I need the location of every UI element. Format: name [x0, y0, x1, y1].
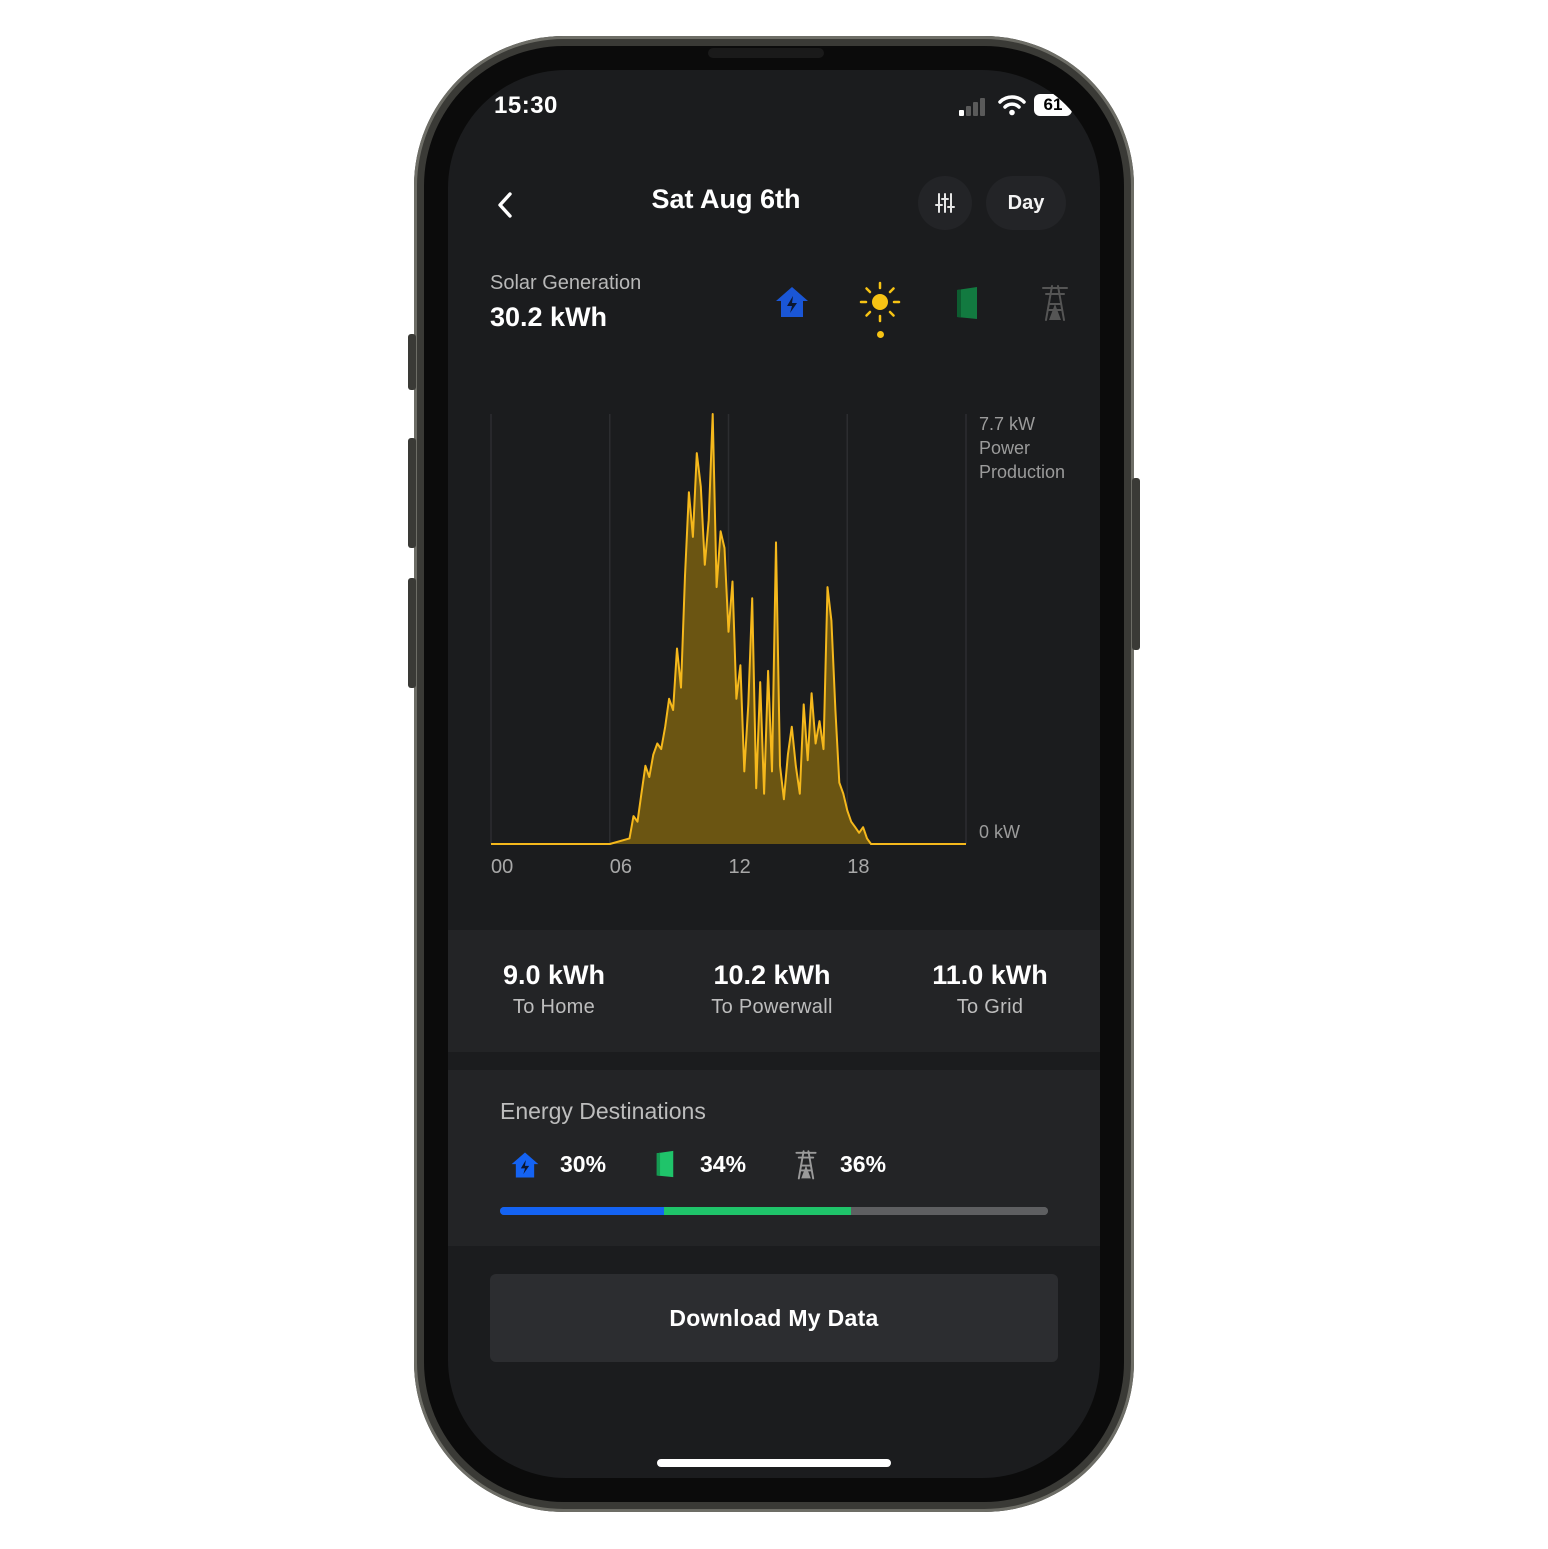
grid-tower-icon: [795, 1150, 817, 1180]
status-time: 15:30: [494, 92, 558, 119]
battery-level: 61: [1034, 94, 1072, 116]
destination-bar-powerwall: [664, 1207, 851, 1215]
page-title: Sat Aug 6th: [651, 184, 801, 214]
back-chevron-icon[interactable]: [492, 188, 520, 222]
speaker: [708, 48, 824, 58]
y-axis-min-label: 0 kW: [979, 822, 1021, 842]
destinations-title: Energy Destinations: [500, 1098, 706, 1124]
power-button: [1132, 478, 1140, 650]
volume-up-button: [408, 438, 416, 548]
destinations-bar: [500, 1207, 1048, 1215]
home-icon: [511, 1152, 539, 1178]
summary-label: Solar Generation: [490, 272, 642, 294]
filter-button[interactable]: [918, 176, 972, 230]
grid-tower-icon[interactable]: [1038, 282, 1072, 322]
home-icon[interactable]: [774, 284, 810, 320]
wifi-icon: [998, 95, 1026, 116]
mute-switch: [408, 334, 416, 390]
destination-bar-grid: [850, 1207, 1048, 1215]
destinations-panel: [448, 1070, 1100, 1246]
battery-tip: [1074, 101, 1077, 109]
grid-percent: 36%: [840, 1151, 887, 1177]
download-data-button[interactable]: Download My Data: [490, 1274, 1058, 1362]
powerwall-icon: [656, 1150, 674, 1178]
selected-indicator: [877, 331, 884, 338]
powerwall-icon[interactable]: [954, 286, 980, 320]
home-indicator: [657, 1459, 891, 1467]
volume-down-button: [408, 578, 416, 688]
period-day-button[interactable]: Day: [986, 176, 1066, 230]
to-home-value: 9.0 kWh: [502, 960, 606, 990]
x-tick-label: 12: [728, 856, 751, 878]
y-axis-max-value: 7.7 kW: [979, 414, 1036, 434]
destination-bar-home: [500, 1207, 665, 1215]
to-grid-value: 11.0 kWh: [932, 960, 1048, 990]
app-screen: 15:30 61 Sat Aug 6th Day Solar Generatio…: [448, 70, 1100, 1478]
y-axis-title-line1: Power: [979, 438, 1031, 458]
cellular-signal-icon: [959, 96, 993, 116]
sliders-icon: [935, 193, 955, 213]
home-percent: 30%: [560, 1151, 607, 1177]
to-grid-label: To Grid: [956, 996, 1024, 1018]
to-powerwall-label: To Powerwall: [711, 996, 833, 1018]
totals-panel: [448, 930, 1100, 1052]
to-powerwall-value: 10.2 kWh: [713, 960, 831, 990]
to-home-label: To Home: [512, 996, 596, 1018]
sun-icon[interactable]: [858, 280, 902, 324]
x-tick-label: 06: [609, 856, 632, 878]
powerwall-percent: 34%: [700, 1151, 747, 1177]
x-tick-label: 18: [847, 856, 870, 878]
y-axis-title-line2: Production: [979, 462, 1066, 482]
y-axis-max-label: 7.7 kW Power Production: [979, 412, 1065, 484]
x-tick-label: 00: [491, 856, 514, 878]
summary-value: 30.2 kWh: [490, 302, 608, 332]
